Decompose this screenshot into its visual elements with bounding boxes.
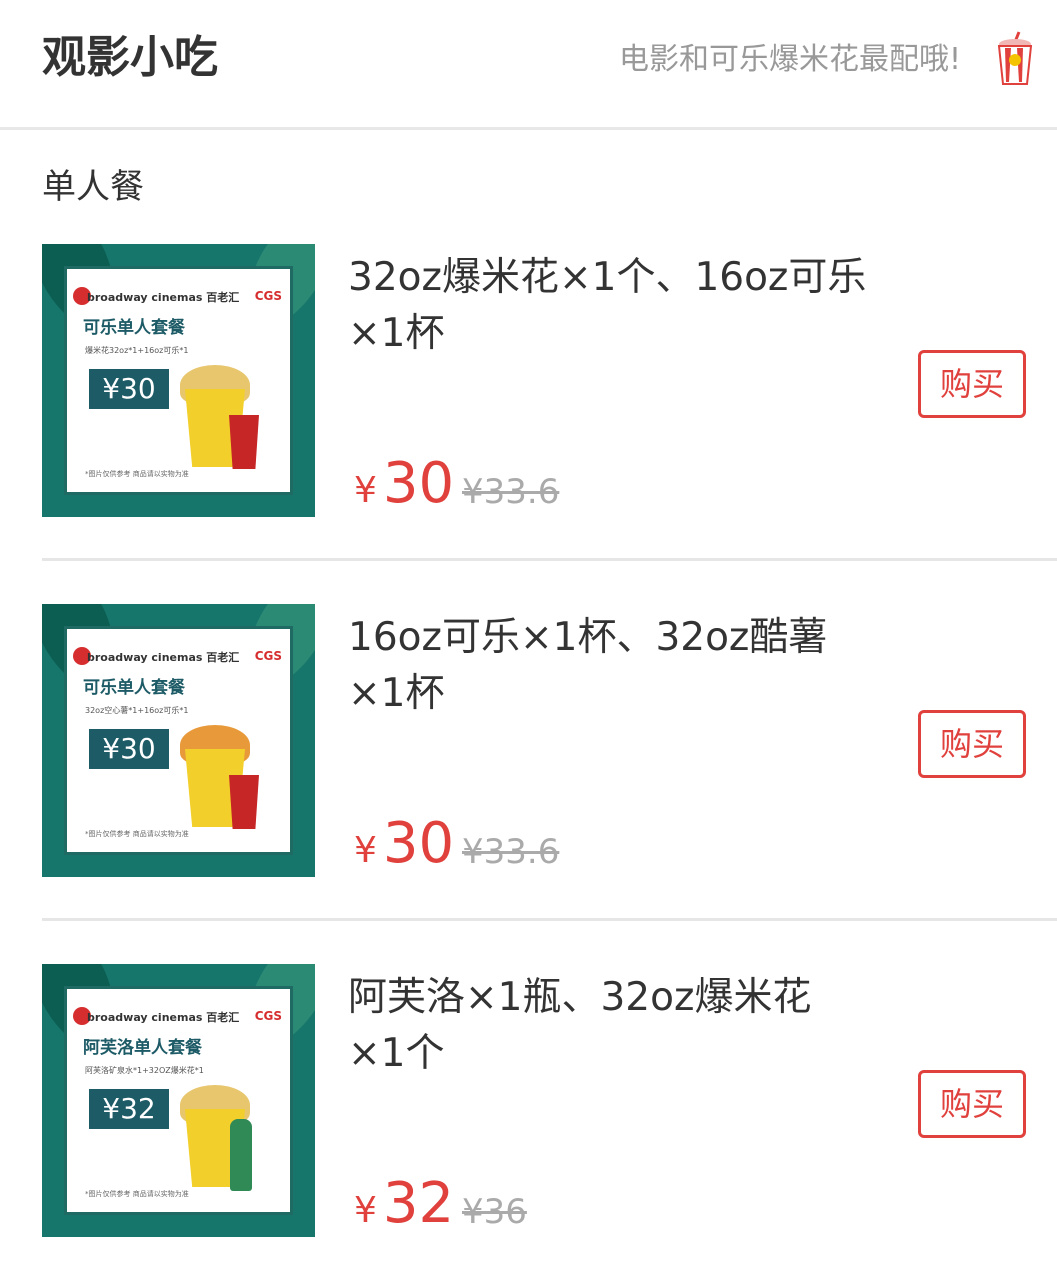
combo-price: ¥30: [89, 729, 169, 769]
page-header: 观影小吃 电影和可乐爆米花最配哦!: [0, 0, 1057, 127]
combo-title: 阿芙洛单人套餐: [83, 1038, 202, 1058]
combo-desc: 爆米花32oz*1+16oz可乐*1: [85, 346, 189, 355]
combo-desc: 阿芙洛矿泉水*1+32OZ爆米花*1: [85, 1066, 204, 1075]
item-price: ¥30: [354, 454, 454, 514]
water-bottle-illustration: [230, 1119, 252, 1191]
combo-title: 可乐单人套餐: [83, 318, 185, 338]
item-price: ¥30: [354, 814, 454, 874]
original-price: ¥33.6: [462, 472, 560, 512]
list-item: broadway cinemas 百老汇 CGS 可乐单人套餐 爆米花32oz*…: [0, 244, 1057, 560]
image-note: *图片仅供参考 商品请以实物为准: [85, 830, 189, 838]
item-price: ¥32: [354, 1174, 454, 1234]
image-note: *图片仅供参考 商品请以实物为准: [85, 470, 189, 478]
buy-button[interactable]: 购买: [918, 710, 1026, 778]
header-slogan: 电影和可乐爆米花最配哦!: [618, 42, 961, 77]
brand-cgs: CGS: [254, 649, 282, 663]
price-value: 30: [382, 811, 455, 876]
brand-text: broadway cinemas 百老汇: [87, 651, 240, 664]
buy-button[interactable]: 购买: [918, 1070, 1026, 1138]
brand-cgs: CGS: [254, 1009, 282, 1023]
item-description: 阿芙洛×1瓶、32oz爆米花×1个: [348, 975, 812, 1076]
combo-title: 可乐单人套餐: [83, 678, 185, 698]
brand-text: broadway cinemas 百老汇: [87, 1011, 240, 1024]
buy-button[interactable]: 购买: [918, 350, 1026, 418]
product-image[interactable]: broadway cinemas 百老汇 CGS 可乐单人套餐 爆米花32oz*…: [42, 244, 315, 517]
item-divider: [42, 918, 1057, 921]
item-divider: [42, 558, 1057, 561]
item-description: 16oz可乐×1杯、32oz酷薯×1杯: [348, 615, 828, 716]
cola-cup-illustration: [229, 415, 259, 469]
currency-symbol: ¥: [354, 1190, 377, 1231]
image-card: broadway cinemas 百老汇 CGS 阿芙洛单人套餐 阿芙洛矿泉水*…: [64, 986, 293, 1215]
image-card: broadway cinemas 百老汇 CGS 可乐单人套餐 爆米花32oz*…: [64, 266, 293, 495]
popcorn-cup-icon: [997, 31, 1033, 85]
combo-price: ¥30: [89, 369, 169, 409]
brand-text: broadway cinemas 百老汇: [87, 291, 240, 304]
original-price: ¥36: [462, 1192, 527, 1232]
image-card: broadway cinemas 百老汇 CGS 可乐单人套餐 32oz空心薯*…: [64, 626, 293, 855]
currency-symbol: ¥: [354, 830, 377, 871]
price-value: 32: [382, 1171, 455, 1236]
image-note: *图片仅供参考 商品请以实物为准: [85, 1190, 189, 1198]
brand-cgs: CGS: [254, 289, 282, 303]
item-description: 32oz爆米花×1个、16oz可乐×1杯: [348, 255, 867, 356]
original-price: ¥33.6: [462, 832, 560, 872]
product-image[interactable]: broadway cinemas 百老汇 CGS 可乐单人套餐 32oz空心薯*…: [42, 604, 315, 877]
cola-cup-illustration: [229, 775, 259, 829]
section-title: 单人餐: [42, 167, 144, 207]
product-image[interactable]: broadway cinemas 百老汇 CGS 阿芙洛单人套餐 阿芙洛矿泉水*…: [42, 964, 315, 1237]
combo-desc: 32oz空心薯*1+16oz可乐*1: [85, 706, 189, 715]
combo-price: ¥32: [89, 1089, 169, 1129]
page-title: 观影小吃: [42, 32, 218, 83]
list-item: broadway cinemas 百老汇 CGS 可乐单人套餐 32oz空心薯*…: [0, 604, 1057, 920]
header-divider: [0, 127, 1057, 130]
currency-symbol: ¥: [354, 470, 377, 511]
list-item: broadway cinemas 百老汇 CGS 阿芙洛单人套餐 阿芙洛矿泉水*…: [0, 964, 1057, 1280]
price-value: 30: [382, 451, 455, 516]
